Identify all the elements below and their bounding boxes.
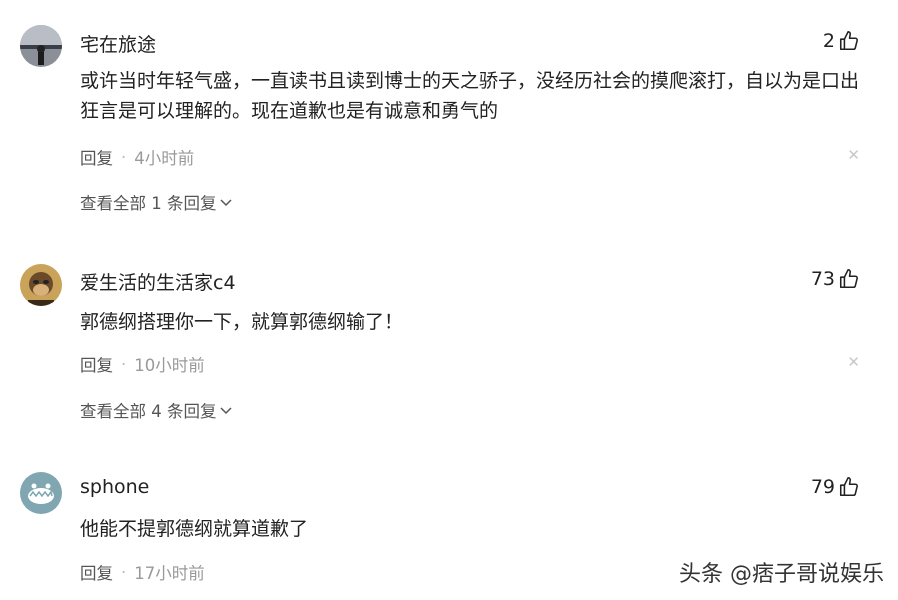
thumbs-up-icon (839, 477, 858, 497)
separator-dot: · (121, 354, 127, 374)
timestamp: 17小时前 (134, 564, 205, 583)
comment-text: 他能不提郭德纲就算道歉了 (80, 518, 309, 540)
timestamp: 10小时前 (134, 356, 205, 375)
like-count: 2 (822, 30, 835, 52)
view-all-replies-label: 查看全部 1 条回复 (80, 194, 217, 213)
comment-text: 或许当时年轻气盛，一直读书且读到博士的天之骄子，没经历社会的摸爬滚打，自以为是口… (80, 70, 860, 122)
like-count: 79 (810, 476, 835, 498)
username[interactable]: sphone (80, 476, 149, 498)
thumbs-up-icon (839, 269, 858, 289)
reply-button[interactable]: 回复 (80, 145, 113, 169)
username[interactable]: 爱生活的生活家c4 (80, 268, 236, 295)
reply-button[interactable]: 回复 (80, 560, 113, 584)
separator-dot: · (121, 147, 127, 167)
reply-button[interactable]: 回复 (80, 352, 113, 376)
avatar[interactable] (20, 264, 62, 306)
avatar[interactable] (20, 472, 62, 514)
comment-meta: 回复 · 17小时前 (80, 560, 205, 584)
like-count: 73 (810, 268, 835, 290)
close-icon[interactable]: ✕ (847, 146, 860, 164)
view-all-replies-label: 查看全部 4 条回复 (80, 402, 217, 421)
timestamp: 4小时前 (134, 149, 195, 168)
like-button[interactable]: 2 (823, 30, 860, 52)
view-all-replies-button[interactable]: 查看全部 4 条回复 (80, 398, 233, 422)
comment-meta: 回复 · 10小时前 (80, 352, 205, 376)
chevron-down-icon (219, 199, 232, 207)
chevron-down-icon (219, 407, 232, 415)
comment-meta: 回复 · 4小时前 (80, 145, 194, 169)
view-all-replies-button[interactable]: 查看全部 1 条回复 (80, 190, 233, 214)
username[interactable]: 宅在旅途 (80, 30, 156, 57)
like-button[interactable]: 73 (811, 268, 860, 290)
close-icon[interactable]: ✕ (847, 353, 860, 371)
avatar[interactable] (20, 25, 62, 67)
thumbs-up-icon (839, 31, 858, 51)
comment-text: 郭德纲搭理你一下，就算郭德纲输了！ (80, 311, 404, 333)
watermark: 头条 @痞子哥说娱乐 (679, 562, 884, 587)
separator-dot: · (121, 562, 127, 582)
like-button[interactable]: 79 (811, 476, 860, 498)
